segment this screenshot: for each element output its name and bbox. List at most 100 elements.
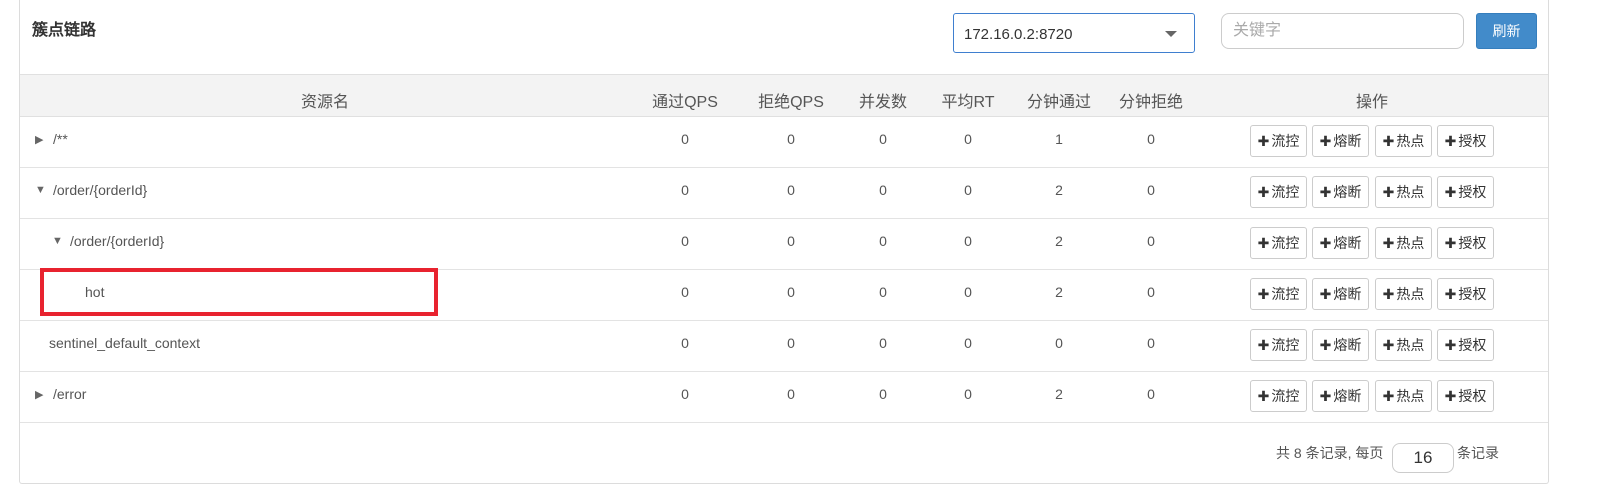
circuit-break-button[interactable]: ✚ 熔断	[1312, 278, 1369, 310]
plus-icon: ✚	[1319, 133, 1332, 149]
circuit-break-button[interactable]: ✚ 熔断	[1312, 227, 1369, 259]
plus-icon: ✚	[1319, 286, 1332, 302]
circuit-break-button[interactable]: ✚ 熔断	[1312, 125, 1369, 157]
cell-avg-rt: 0	[964, 335, 972, 351]
pagination-prefix: 共 8 条记录, 每页	[1276, 445, 1384, 461]
collapse-caret-icon[interactable]: ▼	[52, 235, 63, 247]
plus-icon: ✚	[1382, 286, 1395, 302]
flow-control-button[interactable]: ✚ 流控	[1250, 278, 1307, 310]
hotspot-button[interactable]: ✚ 热点	[1375, 176, 1432, 208]
page-size-input[interactable]: 16	[1392, 443, 1454, 473]
pagination-suffix: 条记录	[1457, 445, 1499, 461]
header-avg-rt: 平均RT	[941, 94, 995, 111]
action-label: 流控	[1271, 286, 1300, 302]
cell-minute-pass: 0	[1055, 335, 1063, 351]
cell-pass-qps: 0	[681, 386, 689, 402]
cell-minute-block: 0	[1147, 131, 1155, 147]
action-label: 熔断	[1333, 286, 1362, 302]
header-block-qps: 拒绝QPS	[758, 94, 824, 111]
cell-minute-block: 0	[1147, 386, 1155, 402]
authority-button[interactable]: ✚ 授权	[1437, 380, 1494, 412]
action-label: 流控	[1271, 184, 1300, 200]
circuit-break-button[interactable]: ✚ 熔断	[1312, 380, 1369, 412]
expand-caret-icon[interactable]: ▶	[35, 133, 43, 146]
hotspot-button[interactable]: ✚ 热点	[1375, 227, 1432, 259]
table-header: 资源名 通过QPS 拒绝QPS 并发数 平均RT 分钟通过 分钟拒绝 操作	[20, 74, 1548, 117]
flow-control-button[interactable]: ✚ 流控	[1250, 329, 1307, 361]
cell-concurrency: 0	[879, 182, 887, 198]
cell-block-qps: 0	[787, 284, 795, 300]
plus-icon: ✚	[1382, 184, 1395, 200]
machine-select[interactable]: 172.16.0.2:8720	[953, 13, 1195, 53]
resource-name: /order/{orderId}	[53, 182, 148, 198]
flow-control-button[interactable]: ✚ 流控	[1250, 125, 1307, 157]
cell-concurrency: 0	[879, 335, 887, 351]
authority-button[interactable]: ✚ 授权	[1437, 278, 1494, 310]
plus-icon: ✚	[1382, 235, 1395, 251]
cell-block-qps: 0	[787, 233, 795, 249]
action-label: 授权	[1458, 286, 1487, 302]
hotspot-button[interactable]: ✚ 热点	[1375, 125, 1432, 157]
plus-icon: ✚	[1444, 286, 1457, 302]
flow-control-button[interactable]: ✚ 流控	[1250, 380, 1307, 412]
hotspot-button[interactable]: ✚ 热点	[1375, 329, 1432, 361]
cell-avg-rt: 0	[964, 233, 972, 249]
authority-button[interactable]: ✚ 授权	[1437, 125, 1494, 157]
action-label: 热点	[1396, 184, 1425, 200]
action-label: 流控	[1271, 133, 1300, 149]
plus-icon: ✚	[1382, 133, 1395, 149]
cell-minute-pass: 2	[1055, 182, 1063, 198]
action-label: 热点	[1396, 133, 1425, 149]
cell-pass-qps: 0	[681, 233, 689, 249]
cell-pass-qps: 0	[681, 335, 689, 351]
hotspot-button[interactable]: ✚ 热点	[1375, 380, 1432, 412]
action-label: 熔断	[1333, 133, 1362, 149]
hotspot-button[interactable]: ✚ 热点	[1375, 278, 1432, 310]
resource-name: /error	[53, 386, 87, 402]
action-label: 熔断	[1333, 388, 1362, 404]
authority-button[interactable]: ✚ 授权	[1437, 176, 1494, 208]
action-label: 热点	[1396, 388, 1425, 404]
table-row: ▶/error 0 0 0 0 2 0 ✚ 流控 ✚ 熔断 ✚ 热点 ✚ 授权	[20, 372, 1548, 423]
action-label: 熔断	[1333, 184, 1362, 200]
action-label: 流控	[1271, 337, 1300, 353]
refresh-button[interactable]: 刷新	[1476, 13, 1537, 49]
plus-icon: ✚	[1444, 337, 1457, 353]
cell-block-qps: 0	[787, 131, 795, 147]
action-label: 授权	[1458, 388, 1487, 404]
circuit-break-button[interactable]: ✚ 熔断	[1312, 176, 1369, 208]
cell-minute-block: 0	[1147, 284, 1155, 300]
action-label: 熔断	[1333, 235, 1362, 251]
expand-caret-icon[interactable]: ▶	[35, 388, 43, 401]
plus-icon: ✚	[1257, 286, 1270, 302]
action-label: 授权	[1458, 184, 1487, 200]
authority-button[interactable]: ✚ 授权	[1437, 329, 1494, 361]
plus-icon: ✚	[1257, 388, 1270, 404]
collapse-caret-icon[interactable]: ▼	[35, 184, 46, 196]
cell-concurrency: 0	[879, 386, 887, 402]
table-row: sentinel_default_context 0 0 0 0 0 0 ✚ 流控 ✚ 熔断 ✚ 热点 ✚…	[20, 321, 1548, 372]
cell-concurrency: 0	[879, 284, 887, 300]
header-actions: 操作	[1355, 94, 1389, 111]
flow-control-button[interactable]: ✚ 流控	[1250, 176, 1307, 208]
header-concurrency: 并发数	[858, 94, 908, 111]
plus-icon: ✚	[1444, 133, 1457, 149]
cell-minute-pass: 1	[1055, 131, 1063, 147]
action-label: 授权	[1458, 235, 1487, 251]
search-input[interactable]	[1221, 13, 1464, 49]
resource-name: sentinel_default_context	[49, 335, 200, 351]
header-resource-name: 资源名	[300, 94, 350, 111]
header-minute-pass: 分钟通过	[1026, 94, 1092, 111]
cell-avg-rt: 0	[964, 386, 972, 402]
machine-select-value: 172.16.0.2:8720	[964, 26, 1073, 43]
plus-icon: ✚	[1257, 235, 1270, 251]
cell-avg-rt: 0	[964, 131, 972, 147]
plus-icon: ✚	[1382, 337, 1395, 353]
flow-control-button[interactable]: ✚ 流控	[1250, 227, 1307, 259]
authority-button[interactable]: ✚ 授权	[1437, 227, 1494, 259]
plus-icon: ✚	[1319, 388, 1332, 404]
action-label: 授权	[1458, 133, 1487, 149]
cell-block-qps: 0	[787, 182, 795, 198]
plus-icon: ✚	[1257, 133, 1270, 149]
circuit-break-button[interactable]: ✚ 熔断	[1312, 329, 1369, 361]
